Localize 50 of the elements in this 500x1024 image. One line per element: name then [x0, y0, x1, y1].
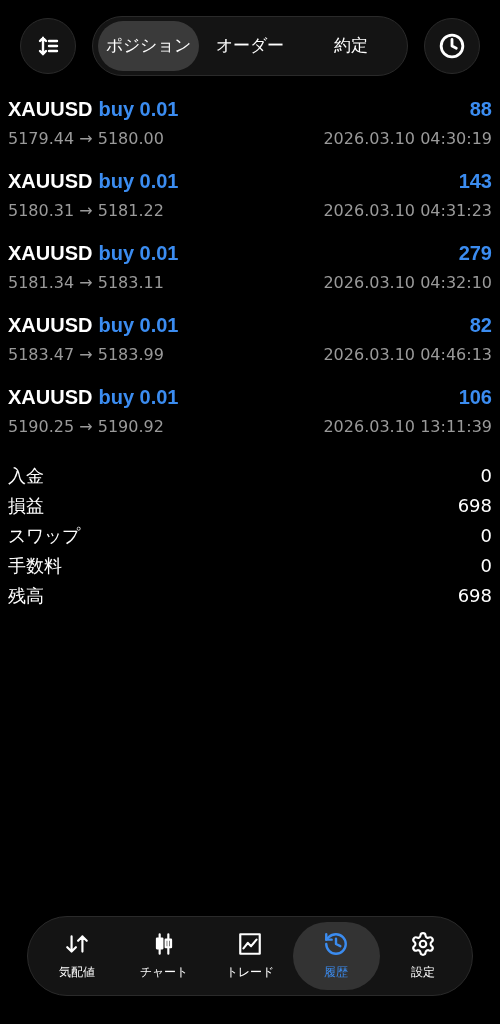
order-text: buy 0.01	[98, 97, 179, 122]
symbol-text: XAUUSD	[8, 97, 93, 122]
order-text: buy 0.01	[98, 241, 179, 266]
tab[interactable]: 約定	[300, 21, 402, 71]
time-text: 2026.03.10 04:46:13	[323, 344, 492, 366]
summary-value: 698	[457, 583, 492, 608]
price-text: 5183.47 → 5183.99	[8, 344, 164, 366]
summary-value: 0	[480, 553, 492, 578]
history-icon	[323, 931, 350, 957]
nav-item[interactable]: 履歴	[293, 922, 380, 990]
nav-item[interactable]: 設定	[379, 922, 467, 990]
summary-value: 0	[480, 523, 492, 548]
price-text: 5180.31 → 5181.22	[8, 200, 164, 222]
summary-label: 入金	[8, 463, 44, 488]
time-text: 2026.03.10 04:31:23	[323, 200, 492, 222]
order-text: buy 0.01	[98, 385, 179, 410]
clock-icon	[439, 33, 465, 59]
order-text: buy 0.01	[98, 169, 179, 194]
profit-text: 82	[469, 313, 492, 338]
summary-label: 手数料	[8, 553, 62, 578]
profit-text: 143	[458, 169, 492, 194]
summary-label: 残高	[8, 583, 44, 608]
tab[interactable]: オーダー	[199, 21, 301, 71]
time-text: 2026.03.10 13:11:39	[323, 416, 492, 438]
symbol-text: XAUUSD	[8, 169, 93, 194]
profit-text: 279	[458, 241, 492, 266]
nav-item[interactable]: チャート	[120, 922, 207, 990]
line-chart-icon	[237, 931, 263, 957]
time-text: 2026.03.10 04:30:19	[323, 128, 492, 150]
symbol-text: XAUUSD	[8, 241, 93, 266]
profit-text: 106	[458, 385, 492, 410]
summary-label: スワップ	[8, 523, 80, 548]
settings-icon	[409, 931, 436, 957]
symbol-text: XAUUSD	[8, 385, 93, 410]
symbol-text: XAUUSD	[8, 313, 93, 338]
time-text: 2026.03.10 04:32:10	[323, 272, 492, 294]
summary-label: 損益	[8, 493, 44, 518]
nav-item[interactable]: トレード	[206, 922, 294, 990]
summary-value: 698	[457, 493, 492, 518]
price-text: 5190.25 → 5190.92	[8, 416, 164, 438]
profit-text: 88	[469, 97, 492, 122]
price-text: 5179.44 → 5180.00	[8, 128, 164, 150]
clock-button[interactable]	[424, 18, 480, 74]
nav-item[interactable]: 気配値	[34, 922, 121, 990]
summary-value: 0	[480, 463, 492, 488]
sort-icon	[36, 34, 60, 58]
price-text: 5181.34 → 5183.11	[8, 272, 164, 294]
sort-button[interactable]	[20, 18, 76, 74]
tab[interactable]: ポジション	[98, 21, 200, 71]
order-text: buy 0.01	[98, 313, 179, 338]
